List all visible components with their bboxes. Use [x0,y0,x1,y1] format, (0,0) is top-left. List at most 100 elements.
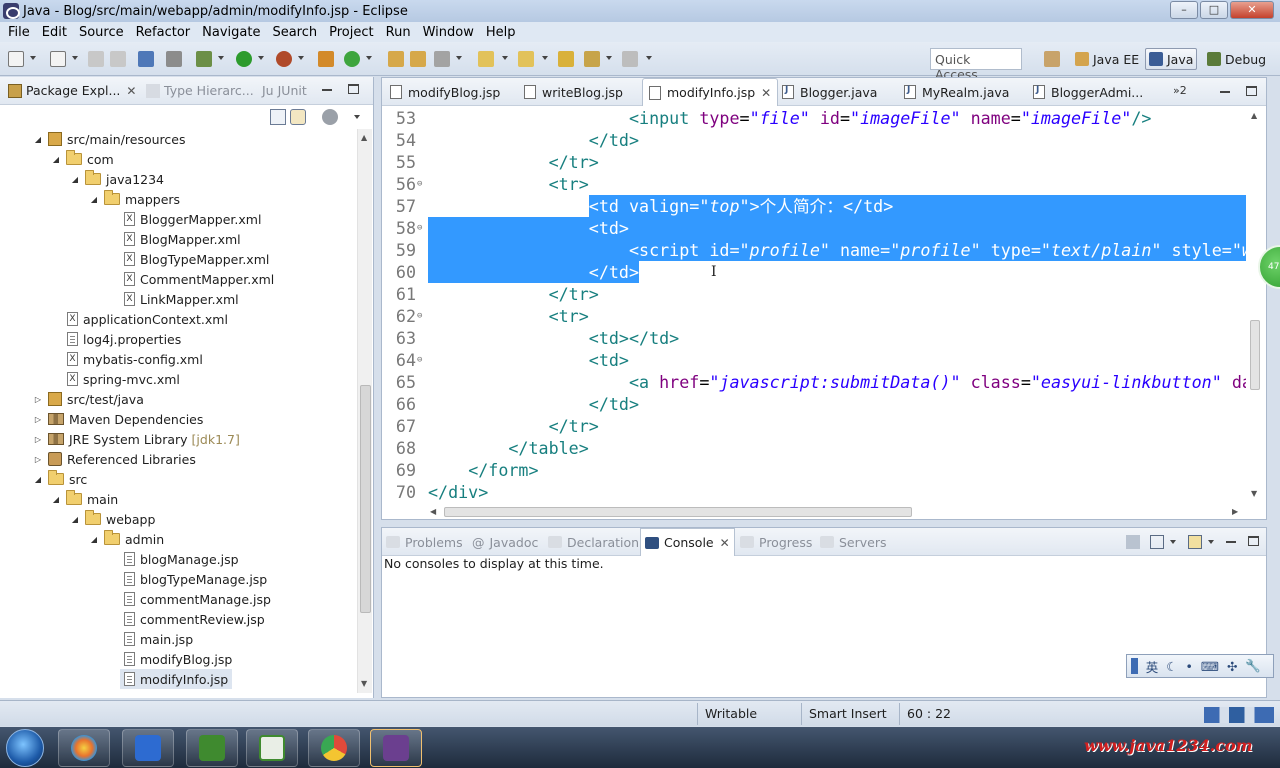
new-icon[interactable] [8,51,24,67]
taskbar-app-camtasia-2[interactable] [246,729,298,767]
maximize-console-icon[interactable] [1248,536,1259,546]
expanded-arrow-icon[interactable]: ◢ [88,535,100,544]
editor-vertical-scrollbar[interactable]: ▲ ▼ [1246,107,1266,505]
tree-item-maven-dependencies[interactable]: ▷ Maven Dependencies [32,409,203,429]
tab-console[interactable]: Console ✕ [640,528,735,556]
tree-item-src[interactable]: ◢ src [32,469,87,489]
expanded-arrow-icon[interactable]: ◢ [50,155,62,164]
collapsed-arrow-icon[interactable]: ▷ [32,395,44,404]
tab-problems[interactable]: Problems [386,528,463,556]
tree-item-commentmapper-xml[interactable]: X CommentMapper.xml [124,269,274,289]
new-class-icon[interactable] [344,51,360,67]
minimize-button[interactable]: – [1170,1,1198,19]
link-with-editor-icon[interactable] [290,109,306,125]
start-button[interactable] [6,729,44,767]
tree-item-admin[interactable]: ◢ admin [88,529,164,549]
menu-search[interactable]: Search [266,25,323,40]
taskbar-app-1[interactable] [58,729,110,767]
tree-item-blogtypemapper-xml[interactable]: X BlogTypeMapper.xml [124,249,269,269]
tab-declaration[interactable]: Declaration [548,528,639,556]
open-console-dropdown-icon[interactable] [1208,540,1214,544]
expanded-arrow-icon[interactable]: ◢ [32,135,44,144]
menu-source[interactable]: Source [73,25,130,40]
perspective-java-ee[interactable]: Java EE [1072,48,1142,70]
quick-access-input[interactable]: Quick Access [930,48,1022,82]
fold-toggle-icon[interactable]: ⊖ [417,305,422,327]
tab-progress[interactable]: Progress [740,528,812,556]
next-annotation-icon[interactable] [478,51,494,67]
code-line[interactable]: 63 <td></td> [382,327,1246,349]
code-line[interactable]: 58 ⊖ <td> [382,217,1246,239]
menu-edit[interactable]: Edit [36,25,73,40]
fold-toggle-icon[interactable]: ⊖ [417,173,422,195]
taskbar-app-chrome[interactable] [308,729,360,767]
tree-item-log4j-properties[interactable]: log4j.properties [67,329,181,349]
editor-tab-blogger-java[interactable]: Blogger.java [776,78,883,106]
menu-file[interactable]: File [2,25,36,40]
expanded-arrow-icon[interactable]: ◢ [69,175,81,184]
open-console-icon[interactable] [1188,535,1202,549]
tree-item-src-main-resources[interactable]: ◢ src/main/resources [32,129,186,149]
tab-overflow-button[interactable]: »2 [1173,84,1187,97]
perspective-debug[interactable]: Debug [1204,48,1269,70]
expanded-arrow-icon[interactable]: ◢ [50,495,62,504]
new-java-project-icon[interactable] [318,51,334,67]
tray-icons[interactable] [1204,707,1274,723]
tree-item-applicationcontext-xml[interactable]: X applicationContext.xml [67,309,228,329]
scroll-up-arrow-icon[interactable]: ▲ [361,133,367,142]
ime-tools-icon[interactable]: ✣ [1227,659,1237,674]
code-line[interactable]: 59 <script id="profile" name="profile" ty… [382,239,1246,261]
tab-junit[interactable]: Ju JUnit [262,83,307,98]
taskbar-app-eclipse[interactable] [370,729,422,767]
new-class-dropdown-icon[interactable] [366,56,372,60]
back-dropdown-icon[interactable] [606,56,612,60]
code-line[interactable]: 54 </td> [382,129,1246,151]
minimize-console-icon[interactable] [1226,541,1236,543]
editor-tab-writeblog-jsp[interactable]: writeBlog.jsp [518,78,629,106]
expanded-arrow-icon[interactable]: ◢ [32,475,44,484]
code-line[interactable]: 57 <td valign="top">个人简介：</td> [382,195,1246,217]
view-menu-icon[interactable] [354,115,360,119]
tree-item-linkmapper-xml[interactable]: X LinkMapper.xml [124,289,239,309]
tree-item-modifyinfo-jsp[interactable]: modifyInfo.jsp [120,669,233,689]
tree-item-spring-mvc-xml[interactable]: X spring-mvc.xml [67,369,180,389]
code-line[interactable]: 56 ⊖ <tr> [382,173,1246,195]
ime-toolbar[interactable]: 英 ☾ • ⌨ ✣ 🔧 [1126,654,1274,678]
display-console-icon[interactable] [1150,535,1164,549]
maximize-panel-icon[interactable] [348,84,359,94]
tree-item-blogmanage-jsp[interactable]: blogManage.jsp [124,549,239,569]
close-tab-icon[interactable]: ✕ [761,86,771,100]
collapse-all-icon[interactable] [270,109,286,125]
debug-dropdown-icon[interactable] [218,56,224,60]
tree-item-bloggermapper-xml[interactable]: X BloggerMapper.xml [124,209,261,229]
scroll-up-arrow-icon[interactable]: ▲ [1251,111,1257,120]
tree-item-webapp[interactable]: ◢ webapp [69,509,155,529]
tree-item-commentreview-jsp[interactable]: commentReview.jsp [124,609,265,629]
search-dropdown-icon[interactable] [456,56,462,60]
scroll-right-arrow-icon[interactable]: ▶ [1232,507,1238,516]
tree-item-modifyblog-jsp[interactable]: modifyBlog.jsp [124,649,232,669]
menu-help[interactable]: Help [480,25,522,40]
ime-settings-icon[interactable]: 🔧 [1245,658,1261,674]
tree-item-mappers[interactable]: ◢ mappers [88,189,180,209]
editor-tab-bloggeradmin-java[interactable]: BloggerAdmi... [1027,78,1149,106]
open-type-icon[interactable] [388,51,404,67]
focus-on-task-icon[interactable] [322,109,338,125]
tree-item-jre-system-library[interactable]: ▷ JRE System Library [jdk1.7] [32,429,240,449]
menu-navigate[interactable]: Navigate [196,25,266,40]
code-line[interactable]: 64 ⊖ <td> [382,349,1246,371]
editor-tab-myrealm-java[interactable]: MyRealm.java [898,78,1015,106]
tab-servers[interactable]: Servers [820,528,887,556]
tree-item-blogmapper-xml[interactable]: X BlogMapper.xml [124,229,241,249]
perspective-java[interactable]: Java [1145,48,1198,70]
display-console-dropdown-icon[interactable] [1170,540,1176,544]
taskbar-app-word[interactable] [122,729,174,767]
code-line[interactable]: 61 </tr> [382,283,1246,305]
skip-breakpoints-icon[interactable] [166,51,182,67]
scrollbar-thumb[interactable] [360,385,371,613]
open-dropdown-icon[interactable] [72,56,78,60]
pin-console-icon[interactable] [1126,535,1140,549]
ime-english-toggle[interactable]: 英 [1146,657,1159,676]
scrollbar-thumb[interactable] [444,507,912,517]
ime-punctuation-icon[interactable]: • [1186,659,1193,674]
